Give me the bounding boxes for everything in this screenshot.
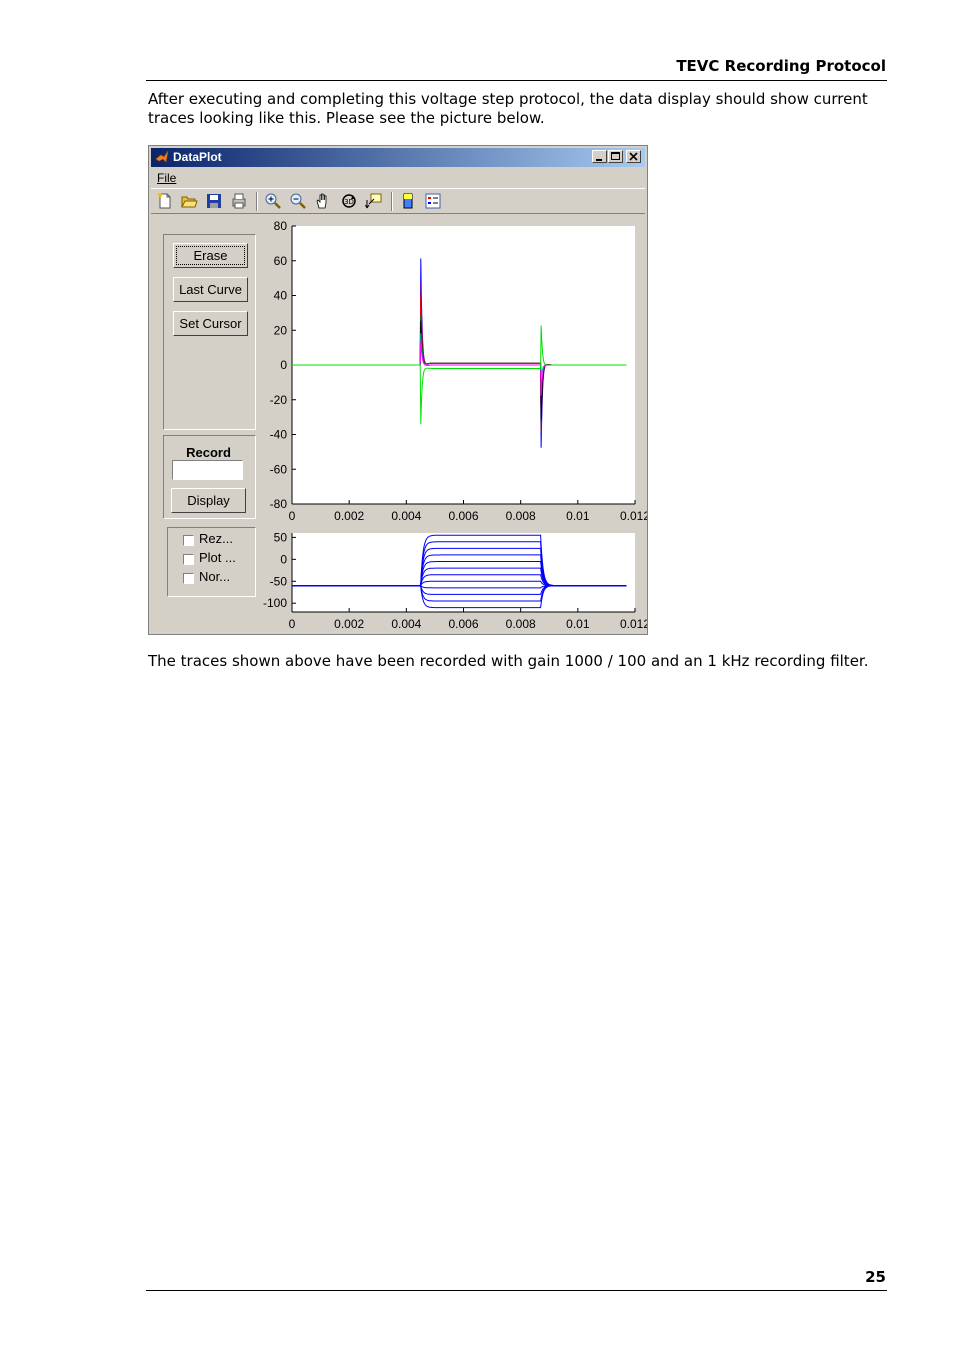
x-tick-label: 0.004 [391, 617, 421, 631]
y-tick-label: 20 [274, 323, 288, 337]
y-tick-label: -50 [270, 574, 288, 588]
y-tick-label: -20 [270, 393, 288, 407]
x-tick-label: 0.006 [448, 509, 478, 523]
page-number: 25 [865, 1268, 886, 1286]
voltage-plot: 500-50-1000 0.002 0.004 0.006 0.008 0.01 0.012 [263, 530, 647, 631]
y-tick-label: -80 [270, 497, 288, 511]
current-plot: 806040200-20-40-60-800 0.002 0.004 0.006 0.0… [270, 219, 647, 523]
intro-paragraph: After executing and completing this volt… [148, 90, 868, 127]
footer-rule [146, 1290, 887, 1291]
y-tick-label: 60 [274, 254, 288, 268]
y-tick-label: 80 [274, 219, 288, 233]
x-tick-label: 0.006 [448, 617, 478, 631]
plot-area: 806040200-20-40-60-800 0.002 0.004 0.006 0.0… [263, 219, 647, 631]
dataplot-window: DataPlot File 3D Erase Last Curve Set Cu… [148, 145, 648, 635]
y-tick-label: 0 [280, 552, 287, 566]
header-rule [146, 80, 887, 81]
y-tick-label: -60 [270, 462, 288, 476]
voltage-plot-background [292, 533, 635, 612]
x-tick-label: 0.01 [566, 617, 590, 631]
y-tick-label: -40 [270, 428, 288, 442]
x-tick-label: 0.012 [620, 617, 647, 631]
y-tick-label: 50 [274, 530, 288, 544]
x-tick-label: 0.012 [620, 509, 647, 523]
x-tick-label: 0 [289, 617, 296, 631]
y-tick-label: 40 [274, 289, 288, 303]
running-title: TEVC Recording Protocol [676, 57, 886, 75]
x-tick-label: 0 [289, 509, 296, 523]
x-tick-label: 0.008 [506, 509, 536, 523]
x-tick-label: 0.002 [334, 617, 364, 631]
y-tick-label: 0 [280, 358, 287, 372]
caption-paragraph: The traces shown above have been recorde… [148, 652, 869, 670]
x-tick-label: 0.008 [506, 617, 536, 631]
y-tick-label: -100 [263, 596, 287, 610]
x-tick-label: 0.01 [566, 509, 590, 523]
x-tick-label: 0.004 [391, 509, 421, 523]
x-tick-label: 0.002 [334, 509, 364, 523]
